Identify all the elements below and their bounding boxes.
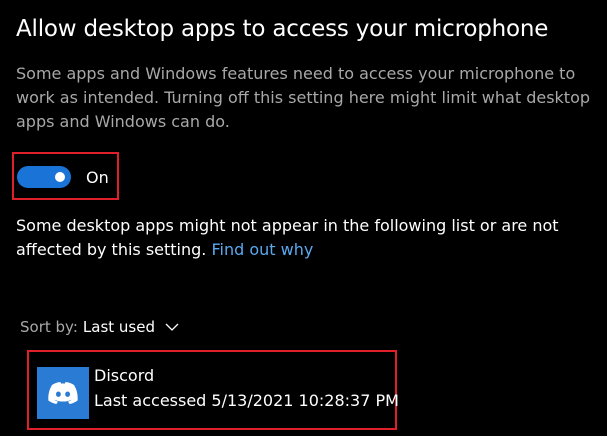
toggle-knob: [55, 172, 65, 182]
chevron-down-icon: [165, 320, 179, 334]
page-title: Allow desktop apps to access your microp…: [16, 16, 549, 42]
app-name: Discord: [94, 366, 155, 385]
app-last-accessed: Last accessed 5/13/2021 10:28:37 PM: [94, 391, 399, 410]
discord-icon: [37, 367, 89, 419]
list-note: Some desktop apps might not appear in th…: [16, 214, 591, 262]
sort-dropdown[interactable]: Sort by: Last used: [20, 318, 179, 336]
find-out-why-link[interactable]: Find out why: [211, 240, 313, 259]
sort-value: Last used: [82, 318, 155, 336]
sort-label: Sort by:: [20, 318, 78, 336]
microphone-access-toggle[interactable]: [17, 166, 71, 188]
toggle-state-label: On: [86, 168, 109, 187]
page-description: Some apps and Windows features need to a…: [16, 64, 591, 131]
